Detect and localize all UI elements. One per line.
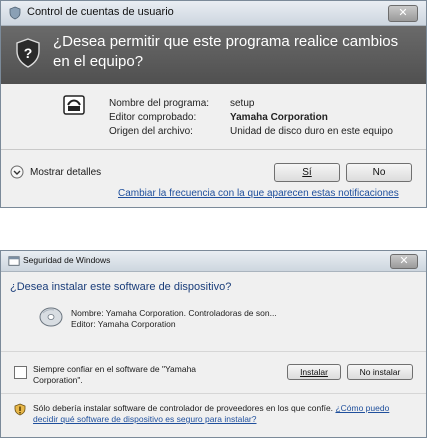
always-trust-label: Siempre confiar en el software de "Yamah…	[33, 364, 197, 385]
driver-publisher: Editor: Yamaha Corporation	[71, 319, 176, 329]
no-button-label: No	[372, 167, 386, 178]
setup-program-icon	[63, 95, 85, 115]
security-divider-bottom	[1, 393, 426, 394]
security-info: Sólo debería instalar software de contro…	[33, 403, 413, 425]
warning-shield-icon	[14, 403, 26, 416]
driver-disc-icon	[39, 307, 63, 327]
origin-label: Origen del archivo:	[109, 126, 193, 137]
notification-frequency-link[interactable]: Cambiar la frecuencia con la que aparece…	[118, 188, 399, 199]
uac-title: Control de cuentas de usuario	[27, 6, 174, 18]
uac-shield-small-icon	[9, 6, 21, 20]
show-details-toggle[interactable]: Mostrar detalles	[10, 164, 101, 180]
dont-install-button[interactable]: No instalar	[347, 364, 413, 380]
security-dialog: Seguridad de Windows ✕ ¿Desea instalar e…	[0, 250, 427, 438]
dont-install-button-label: No instalar	[359, 367, 401, 377]
publisher-label: Editor comprobado:	[109, 112, 197, 123]
uac-titlebar: Control de cuentas de usuario ✕	[1, 1, 426, 26]
security-question: ¿Desea instalar este software de disposi…	[10, 281, 232, 293]
install-button-label: Instalar	[300, 367, 328, 377]
no-button[interactable]: No	[346, 163, 412, 182]
always-trust-checkbox[interactable]	[14, 366, 27, 379]
install-button[interactable]: Instalar	[287, 364, 341, 380]
program-name-value: setup	[230, 98, 255, 109]
yes-button[interactable]: Sí	[274, 163, 340, 182]
uac-banner: ? ¿Desea permitir que este programa real…	[1, 26, 426, 84]
close-icon: ✕	[398, 7, 408, 19]
show-details-label: Mostrar detalles	[30, 166, 102, 178]
program-name-label: Nombre del programa:	[109, 98, 210, 109]
shield-question-icon: ?	[16, 38, 40, 68]
window-small-icon	[8, 256, 20, 266]
security-title: Seguridad de Windows	[23, 255, 111, 265]
uac-close-button[interactable]: ✕	[388, 5, 418, 22]
chevron-down-icon	[10, 165, 24, 179]
security-divider-top	[1, 351, 426, 352]
security-close-button[interactable]: ✕	[390, 254, 418, 269]
security-titlebar: Seguridad de Windows ✕	[1, 251, 426, 272]
uac-dialog: Control de cuentas de usuario ✕ ? ¿Desea…	[0, 0, 427, 208]
close-icon: ✕	[399, 255, 409, 267]
publisher-value: Yamaha Corporation	[230, 112, 328, 123]
uac-divider	[1, 149, 426, 150]
driver-name: Nombre: Yamaha Corporation. Controladora…	[71, 308, 277, 318]
origin-value: Unidad de disco duro en este equipo	[230, 126, 393, 137]
svg-text:?: ?	[24, 45, 33, 61]
uac-question: ¿Desea permitir que este programa realic…	[53, 33, 399, 70]
yes-button-label: Sí	[302, 167, 312, 178]
security-info-text: Sólo debería instalar software de contro…	[33, 403, 334, 413]
